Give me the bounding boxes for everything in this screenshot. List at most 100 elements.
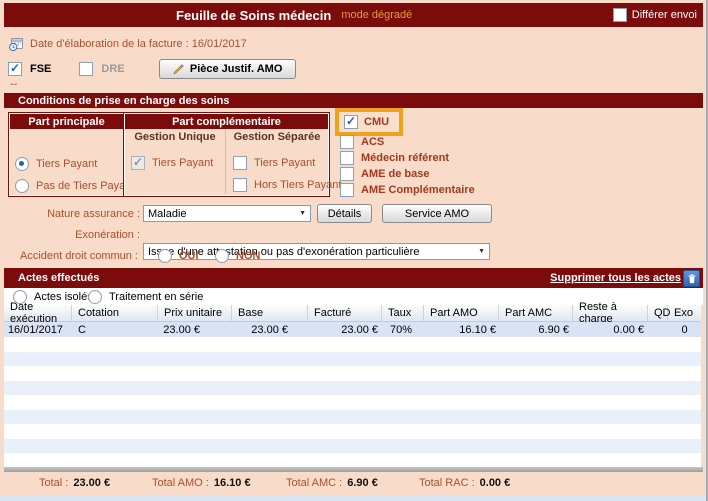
piece-justif-amo-button[interactable]: Pièce Justif. AMO bbox=[159, 59, 296, 79]
title-bar: Feuille de Soins médecin mode dégradé Di… bbox=[4, 3, 703, 27]
ame-complementaire-option[interactable]: AME Complémentaire bbox=[340, 183, 475, 197]
total-amo-label: Total AMO : bbox=[152, 477, 209, 489]
service-amo-button[interactable]: Service AMO bbox=[382, 204, 492, 223]
ame-complementaire-checkbox[interactable] bbox=[340, 183, 354, 197]
hors-tiers-payant-label: Hors Tiers Payant bbox=[254, 179, 341, 191]
col-header-exo[interactable]: Exo bbox=[668, 305, 701, 321]
accident-label: Accident droit commun : bbox=[0, 250, 138, 262]
window-bottom-edge bbox=[0, 496, 708, 501]
medecin-referent-checkbox[interactable] bbox=[340, 151, 354, 165]
medecin-referent-option[interactable]: Médecin référent bbox=[340, 151, 449, 165]
total-rac-value: 0.00 € bbox=[480, 477, 511, 489]
gestion-unique-tiers-payant-option[interactable]: Tiers Payant bbox=[131, 156, 213, 170]
feuille-de-soins-window: Feuille de Soins médecin mode dégradé Di… bbox=[0, 0, 708, 501]
act-table-row[interactable]: 16/01/2017 C 23.00 € 23.00 € 23.00 € 70%… bbox=[4, 322, 701, 337]
empty-table-row bbox=[4, 381, 701, 396]
dre-checkbox[interactable] bbox=[79, 62, 93, 76]
col-header-cotation[interactable]: Cotation bbox=[72, 305, 158, 321]
chevron-down-icon: ▼ bbox=[299, 206, 306, 221]
calendar-clock-icon bbox=[8, 36, 24, 52]
col-header-base[interactable]: Base bbox=[232, 305, 308, 321]
fse-label: FSE bbox=[30, 63, 51, 75]
cell-cotation: C bbox=[72, 322, 158, 337]
delete-all-acts-link[interactable]: Supprimer tous les actes bbox=[550, 272, 681, 284]
accident-non-option[interactable]: NON bbox=[215, 249, 260, 263]
acs-option[interactable]: ACS bbox=[340, 135, 384, 149]
nature-assurance-label: Nature assurance : bbox=[0, 208, 140, 220]
cell-taux: 70% bbox=[382, 322, 424, 337]
defer-send-checkbox[interactable] bbox=[613, 8, 627, 22]
col-header-date[interactable]: Date exécution bbox=[4, 305, 72, 321]
col-header-part-amc[interactable]: Part AMC bbox=[499, 305, 573, 321]
dre-label: DRE bbox=[101, 63, 124, 75]
details-button-label: Détails bbox=[328, 208, 362, 220]
tiers-payant-label: Tiers Payant bbox=[36, 158, 97, 170]
degraded-mode-badge: mode dégradé bbox=[341, 9, 412, 21]
actes-section-header: Actes effectués Supprimer tous les actes bbox=[4, 268, 703, 288]
pencil-icon bbox=[172, 63, 185, 76]
total-amc-label: Total AMC : bbox=[286, 477, 342, 489]
cell-base: 23.00 € bbox=[232, 322, 308, 337]
traitement-serie-option[interactable]: Traitement en série bbox=[88, 290, 203, 304]
accident-oui-radio[interactable] bbox=[158, 249, 172, 263]
gestion-unique-title: Gestion Unique bbox=[126, 131, 224, 143]
acs-checkbox[interactable] bbox=[340, 135, 354, 149]
total-amo-value: 16.10 € bbox=[214, 477, 251, 489]
medecin-referent-label: Médecin référent bbox=[361, 152, 449, 164]
title-group: Feuille de Soins médecin mode dégradé bbox=[176, 3, 412, 27]
total-label: Total : bbox=[39, 477, 68, 489]
tiers-payant-radio[interactable] bbox=[15, 157, 29, 171]
empty-table-row bbox=[4, 453, 701, 468]
pas-de-tiers-payant-option[interactable]: Pas de Tiers Payant bbox=[15, 179, 134, 193]
empty-table-row bbox=[4, 337, 701, 352]
total-value: 23.00 € bbox=[73, 477, 110, 489]
dashes-text: -- bbox=[10, 78, 17, 90]
gestion-separee-tiers-payant-checkbox[interactable] bbox=[233, 156, 247, 170]
ame-de-base-option[interactable]: AME de base bbox=[340, 167, 429, 181]
pas-de-tiers-payant-radio[interactable] bbox=[15, 179, 29, 193]
fse-checkbox[interactable] bbox=[8, 62, 22, 76]
conditions-section-header: Conditions de prise en charge des soins bbox=[4, 93, 703, 108]
chevron-down-icon: ▼ bbox=[478, 244, 485, 259]
hors-tiers-payant-option[interactable]: Hors Tiers Payant bbox=[233, 178, 341, 192]
defer-send-label: Différer envoi bbox=[632, 9, 697, 21]
traitement-serie-radio[interactable] bbox=[88, 290, 102, 304]
hors-tiers-payant-checkbox[interactable] bbox=[233, 178, 247, 192]
ame-de-base-checkbox[interactable] bbox=[340, 167, 354, 181]
empty-table-row bbox=[4, 439, 701, 454]
actes-section-title: Actes effectués bbox=[18, 272, 99, 284]
accident-oui-label: OUI bbox=[179, 250, 199, 262]
total-item: Total : 23.00 € bbox=[39, 477, 110, 489]
col-header-reste-a-charge[interactable]: Reste à charge bbox=[573, 305, 648, 321]
cmu-option-highlighted[interactable]: CMU bbox=[335, 108, 403, 136]
details-button[interactable]: Détails bbox=[317, 204, 372, 223]
empty-table-row bbox=[4, 366, 701, 381]
defer-send-option[interactable]: Différer envoi bbox=[613, 3, 697, 27]
exoneration-label: Exonération : bbox=[0, 229, 140, 241]
pas-de-tiers-payant-label: Pas de Tiers Payant bbox=[36, 180, 134, 192]
gestion-unique-tiers-payant-checkbox[interactable] bbox=[131, 156, 145, 170]
col-header-qd[interactable]: QD bbox=[648, 305, 668, 321]
traitement-serie-label: Traitement en série bbox=[109, 291, 203, 303]
cmu-checkbox[interactable] bbox=[344, 115, 358, 129]
delete-all-acts-button[interactable] bbox=[683, 270, 700, 287]
totals-bar: Total : 23.00 € Total AMO : 16.10 € Tota… bbox=[4, 472, 703, 496]
service-amo-button-label: Service AMO bbox=[405, 208, 469, 220]
accident-non-radio[interactable] bbox=[215, 249, 229, 263]
conditions-section-title: Conditions de prise en charge des soins bbox=[18, 95, 230, 107]
accident-oui-option[interactable]: OUI bbox=[158, 249, 199, 263]
col-header-part-amo[interactable]: Part AMO bbox=[424, 305, 499, 321]
nature-assurance-select[interactable]: Maladie ▼ bbox=[143, 205, 311, 222]
tiers-payant-option[interactable]: Tiers Payant bbox=[15, 157, 97, 171]
nature-assurance-value: Maladie bbox=[148, 208, 187, 220]
gestion-separee-title: Gestion Séparée bbox=[228, 131, 326, 143]
accident-non-label: NON bbox=[236, 250, 260, 262]
total-amc-item: Total AMC : 6.90 € bbox=[286, 477, 378, 489]
col-header-facture[interactable]: Facturé bbox=[308, 305, 382, 321]
total-rac-label: Total RAC : bbox=[419, 477, 475, 489]
gestion-separee-tiers-payant-option[interactable]: Tiers Payant bbox=[233, 156, 315, 170]
col-header-prix-unitaire[interactable]: Prix unitaire bbox=[158, 305, 232, 321]
gestion-divider bbox=[225, 130, 226, 194]
col-header-taux[interactable]: Taux bbox=[382, 305, 424, 321]
cell-qd bbox=[648, 322, 668, 337]
